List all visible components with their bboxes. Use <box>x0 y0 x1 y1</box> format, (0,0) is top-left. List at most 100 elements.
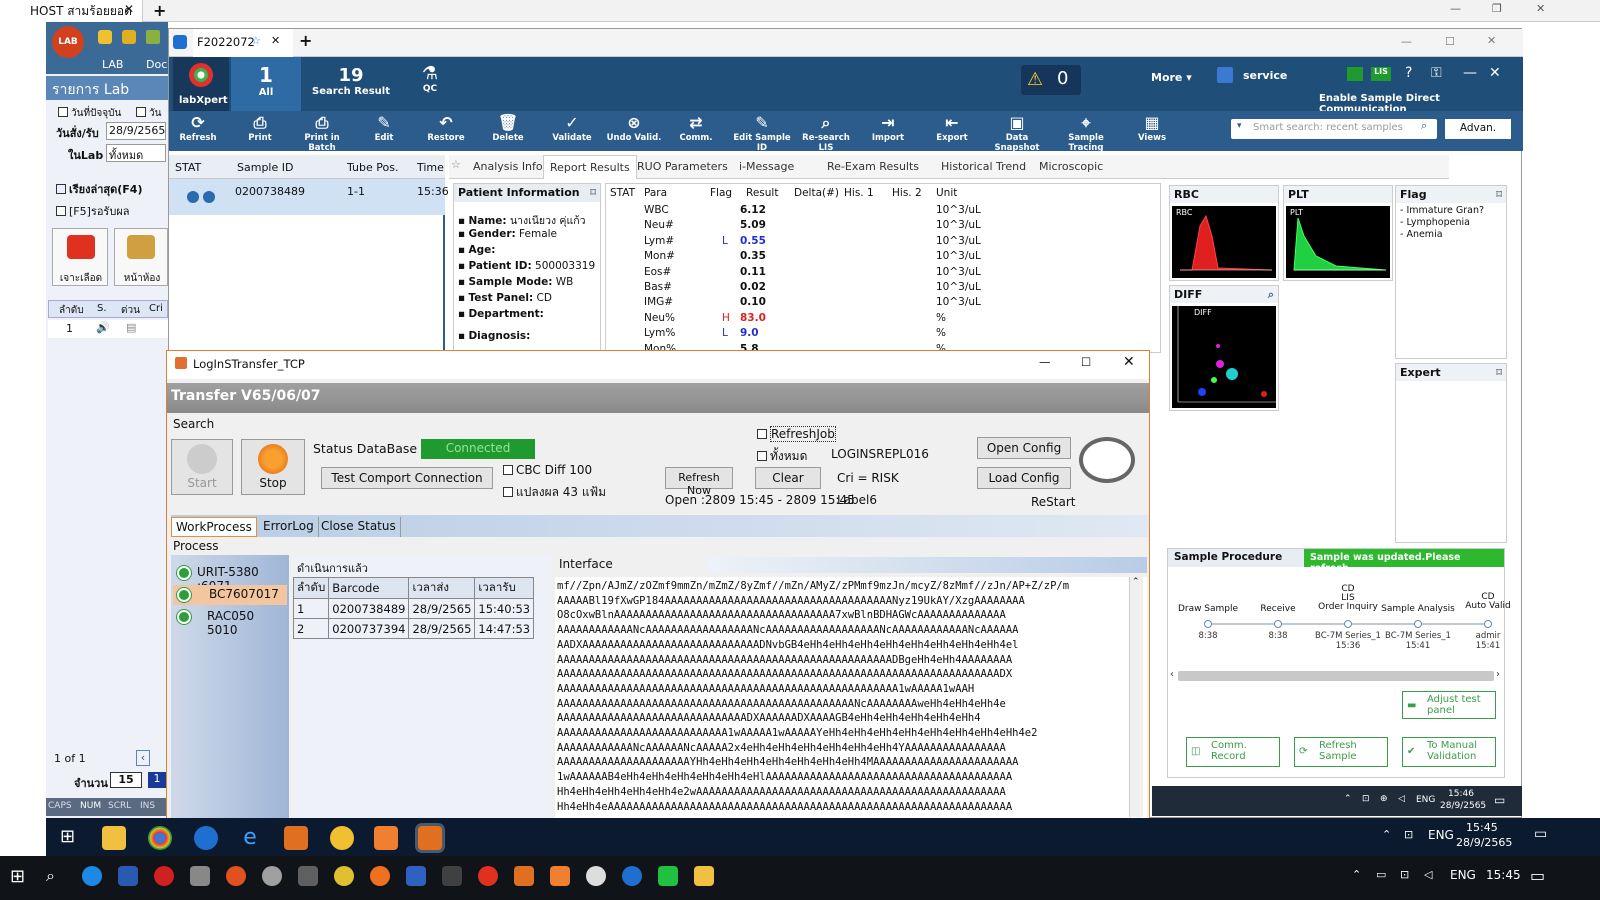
views-button[interactable]: ▦ Views <box>1123 113 1181 143</box>
network-icon[interactable]: ⊡ <box>1404 828 1413 841</box>
count-search[interactable]: 19 Search Result <box>307 57 395 111</box>
wait-result-checkbox[interactable]: [F5]รอรับผล <box>56 202 130 220</box>
tab-historical-trend[interactable]: Historical Trend <box>935 155 1032 179</box>
scroll-right-icon[interactable]: › <box>1496 669 1500 680</box>
key-icon[interactable] <box>98 30 112 44</box>
vs-icon[interactable] <box>118 866 138 886</box>
qc-button[interactable]: ⚗ QC <box>415 63 445 94</box>
interface-log[interactable]: mf//Zpn/AJmZ/zOZmf9mmZn/mZmZ/8yZmf//mZn/… <box>555 577 1147 821</box>
line-icon[interactable] <box>658 866 678 886</box>
process-item[interactable]: URIT-5380 :6071 <box>173 563 287 593</box>
favorite-icon[interactable]: ☆ <box>451 158 461 171</box>
sample-tracing-button[interactable]: ⌖ Sample Tracing <box>1053 113 1119 153</box>
volume-icon[interactable]: ◁ <box>1424 868 1432 881</box>
sample-row[interactable]: 0200738489 1-1 15:36 <box>169 179 449 215</box>
tab-i-message[interactable]: i-Message <box>733 155 800 179</box>
calculator-icon[interactable] <box>190 866 210 886</box>
tray-arrow-icon[interactable]: ⌃ <box>1344 794 1352 804</box>
adjust-test-panel-button[interactable]: ▬ Adjust test panel <box>1402 691 1496 719</box>
procedure-scrollbar[interactable] <box>1178 671 1494 681</box>
book-icon[interactable] <box>146 30 160 44</box>
tray-arrow-icon[interactable]: ⌃ <box>1382 828 1391 841</box>
transfer-app-icon[interactable] <box>418 826 442 850</box>
search-dropdown-icon[interactable]: ▾ <box>1237 121 1242 131</box>
close-app-icon[interactable]: ✕ <box>1489 65 1501 81</box>
close-icon[interactable]: ✕ <box>124 2 134 16</box>
undo-valid-button[interactable]: ⊗ Undo Valid. <box>605 113 663 143</box>
advanced-button[interactable]: Advan. <box>1445 119 1511 139</box>
comm-record-button[interactable]: ◫ Comm. Record <box>1186 737 1280 767</box>
table-row[interactable]: 1 0200738489 28/9/2565 15:40:53 <box>292 598 535 619</box>
restart-label[interactable]: ReStart <box>1031 495 1076 509</box>
test-comport-button[interactable]: Test Comport Connection <box>321 467 493 489</box>
inlab-select[interactable]: ทั้งหมด <box>106 144 166 162</box>
data-snapshot-button[interactable]: ▣ Data Snapshot <box>985 113 1049 153</box>
scroll-left-icon[interactable]: ‹ <box>1170 669 1174 680</box>
chrome-icon[interactable] <box>334 866 354 886</box>
windows-start-icon[interactable]: ⊞ <box>60 826 75 847</box>
manual-validation-button[interactable]: ✔ To Manual Validation <box>1402 737 1496 767</box>
network-icon[interactable]: ⊡ <box>1362 794 1370 804</box>
folder-icon[interactable] <box>694 866 714 886</box>
tab-ruo-parameters[interactable]: RUO Parameters <box>631 155 734 179</box>
edit-button[interactable]: ✎ Edit <box>355 113 413 143</box>
export-button[interactable]: ⇤ Export <box>923 113 981 143</box>
interface-scrollbar[interactable]: ⌃ <box>1129 577 1143 817</box>
expand-icon[interactable]: ⌑ <box>1496 366 1502 379</box>
battery-icon[interactable]: ▭ <box>1376 868 1386 881</box>
refresh-button[interactable]: ⟳ Refresh <box>169 113 227 143</box>
app-icon-1[interactable] <box>284 826 308 850</box>
teamviewer-icon[interactable] <box>622 866 642 886</box>
tab-analysis-info[interactable]: Analysis Info. <box>467 155 552 179</box>
close-tab-icon[interactable]: ✕ <box>271 34 280 47</box>
table-row[interactable]: 2 0200737394 28/9/2565 14:47:53 <box>292 618 535 639</box>
tab-workprocess[interactable]: WorkProcess <box>171 517 257 537</box>
maximize-icon[interactable]: ☐ <box>1081 355 1091 369</box>
edge-icon[interactable] <box>82 866 102 886</box>
refresh-now-button[interactable]: Refresh Now <box>665 467 733 497</box>
warning-badge[interactable]: ⚠ 0 <box>1021 65 1081 95</box>
tray-arrow-icon[interactable]: ⌃ <box>1352 868 1361 881</box>
delete-button[interactable]: 🗑 Delete <box>479 113 537 143</box>
search-icon[interactable]: ⌕ <box>46 866 55 886</box>
lang-indicator[interactable]: ENG <box>1450 868 1476 882</box>
date-field[interactable]: 28/9/2565 <box>106 122 166 140</box>
minimize-app-icon[interactable]: — <box>1463 65 1477 81</box>
print-batch-button[interactable]: ⎙ Print in Batch <box>293 113 351 153</box>
app-icon-c[interactable] <box>298 866 318 886</box>
menu-lab[interactable]: LAB <box>102 58 123 71</box>
print-button[interactable]: ⎙ Print <box>231 113 289 143</box>
key-icon[interactable]: ⚿ <box>1431 65 1442 81</box>
app-icon-i[interactable] <box>550 866 570 886</box>
tab-errorlog[interactable]: ErrorLog <box>259 517 319 537</box>
draw-blood-button[interactable]: เจาะเลือด <box>52 228 108 286</box>
clear-button[interactable]: Clear <box>755 467 821 489</box>
app-icon-3[interactable] <box>374 826 398 850</box>
expand-icon[interactable]: ⌑ <box>590 186 596 199</box>
tab-reexam-results[interactable]: Re-Exam Results <box>821 155 925 179</box>
more-menu[interactable]: More ▾ <box>1151 71 1192 84</box>
date-checkbox[interactable]: วัน <box>136 106 161 121</box>
import-button[interactable]: ⇥ Import <box>859 113 917 143</box>
app-icon-h[interactable] <box>514 866 534 886</box>
help-icon[interactable]: ? <box>1405 65 1412 81</box>
minimize-icon[interactable]: — <box>1401 35 1412 48</box>
scroll-up-icon[interactable]: ⌃ <box>1132 577 1140 587</box>
process-item[interactable]: RAC050 5010 <box>173 607 287 637</box>
tray-lang[interactable]: ENG <box>1416 795 1435 805</box>
app-icon-b[interactable] <box>262 866 282 886</box>
close-icon[interactable]: ✕ <box>1487 34 1496 47</box>
validate-button[interactable]: ✓ Validate <box>543 113 601 143</box>
edge-icon[interactable]: e <box>238 826 262 850</box>
chrome-icon[interactable] <box>148 826 172 850</box>
windows-start-icon[interactable]: ⊞ <box>10 866 25 887</box>
close-window-icon[interactable]: ✕ <box>1536 2 1545 15</box>
zoom-icon[interactable]: ⌕ <box>1268 288 1274 302</box>
host-tab[interactable]: HOST สามร้อยยอด ✕ <box>0 0 143 22</box>
star-icon[interactable]: ☆ <box>251 34 261 47</box>
all-checkbox[interactable]: ทั้งหมด <box>757 447 807 466</box>
close-icon[interactable]: ✕ <box>1123 354 1135 370</box>
edit-sample-id-button[interactable]: ✎ Edit Sample ID <box>731 113 793 153</box>
lock-icon[interactable] <box>122 30 136 44</box>
maximize-icon[interactable]: ☐ <box>1445 35 1455 48</box>
